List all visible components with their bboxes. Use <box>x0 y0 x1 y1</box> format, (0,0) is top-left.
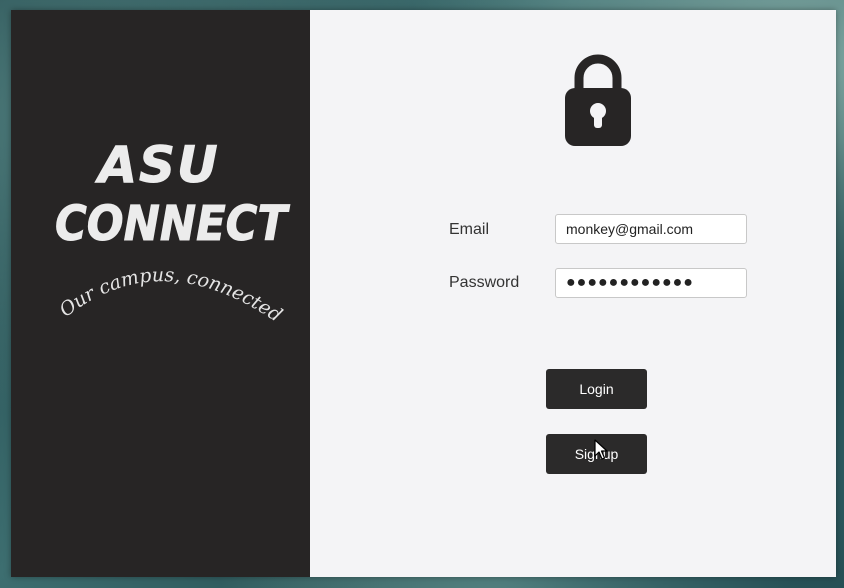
login-window: ASU CONNECT Our campus, connected Email … <box>11 10 836 577</box>
password-input[interactable] <box>555 268 747 298</box>
logo-line-asu: ASU <box>94 136 219 194</box>
email-input[interactable] <box>555 214 747 244</box>
logo-tagline: Our campus, connected <box>55 264 286 326</box>
mouse-cursor-icon <box>594 439 608 460</box>
email-label: Email <box>449 221 490 238</box>
logo-line-connect: CONNECT <box>55 196 290 252</box>
password-label: Password <box>449 274 520 291</box>
login-button[interactable]: Login <box>546 369 647 409</box>
asu-connect-logo: ASU CONNECT Our campus, connected <box>55 136 291 327</box>
branding-panel: ASU CONNECT Our campus, connected <box>11 10 310 577</box>
lock-icon <box>565 54 631 146</box>
login-panel: Email Password Login Signup <box>310 10 836 577</box>
